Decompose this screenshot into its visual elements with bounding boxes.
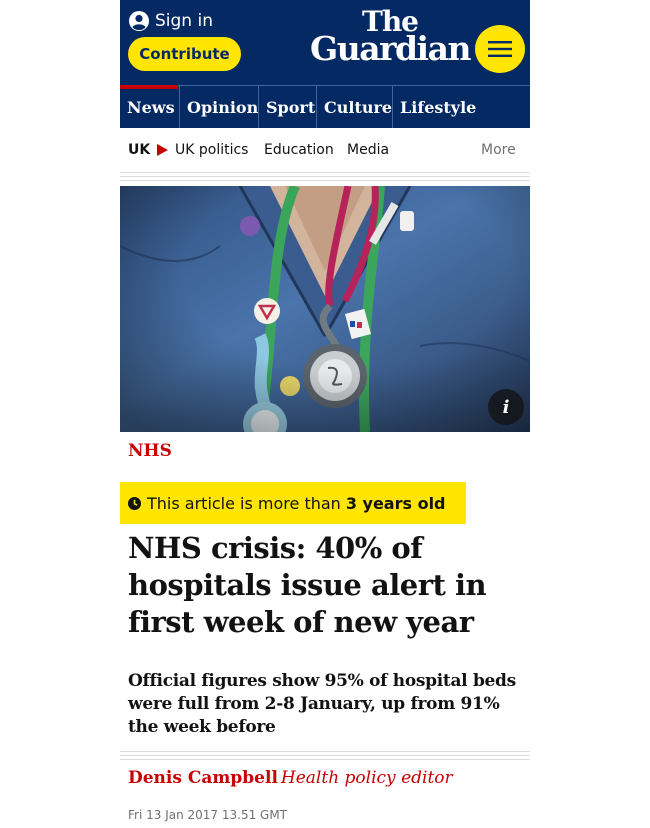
nurse-uniform-photo (120, 186, 530, 432)
age-warning-value: 3 years old (345, 493, 446, 513)
sign-in-label: Sign in (155, 11, 213, 31)
divider (120, 751, 530, 752)
info-icon: i (502, 396, 510, 418)
author-name-link[interactable]: Denis Campbell (128, 768, 278, 788)
subnav-item-uk[interactable]: UK (128, 142, 150, 158)
pillar-news[interactable]: News (120, 86, 179, 128)
divider (120, 176, 530, 177)
article-byline: Denis Campbell Health policy editor (128, 768, 453, 788)
divider (120, 755, 530, 756)
article-headline: NHS crisis: 40% of hospitals issue alert… (128, 531, 487, 639)
divider (120, 172, 530, 173)
divider (120, 759, 530, 760)
logo-line-2: Guardian (310, 29, 471, 68)
article-date: Fri 13 Jan 2017 13.51 GMT (128, 808, 288, 822)
triangle-right-icon (157, 144, 168, 156)
contribute-button[interactable]: Contribute (128, 37, 241, 71)
pillar-opinion[interactable]: Opinion (179, 86, 258, 128)
pillar-nav: News Opinion Sport Culture Lifestyle (120, 85, 530, 128)
pillar-culture[interactable]: Culture (316, 86, 392, 128)
sign-in-link[interactable]: Sign in (128, 8, 213, 34)
author-role: Health policy editor (280, 768, 453, 788)
menu-button[interactable] (475, 25, 525, 73)
article-standfirst: Official figures show 95% of hospital be… (128, 671, 516, 737)
pillar-sport[interactable]: Sport (258, 86, 316, 128)
guardian-logo[interactable]: The Guardian (310, 8, 471, 68)
subnav-item-media[interactable]: Media (347, 142, 389, 158)
subnav-item-education[interactable]: Education (264, 142, 334, 158)
subnav-item-uk-politics[interactable]: UK politics (175, 142, 248, 158)
age-warning-prefix: This article is more than (147, 493, 341, 513)
article-age-warning: This article is more than 3 years old (120, 482, 466, 524)
masthead: Sign in Contribute The Guardian (120, 0, 530, 85)
sub-nav: UK UK politics Education Media More (120, 128, 530, 172)
pillar-lifestyle[interactable]: Lifestyle (392, 86, 530, 128)
user-icon (129, 11, 149, 31)
image-info-button[interactable]: i (488, 389, 524, 425)
section-kicker[interactable]: NHS (128, 441, 172, 461)
clock-icon (128, 496, 141, 510)
page-column: Sign in Contribute The Guardian News Opi… (120, 0, 530, 828)
hamburger-menu-icon (488, 41, 512, 57)
article-main-image (120, 186, 530, 432)
divider (120, 180, 530, 181)
subnav-more-link[interactable]: More (481, 142, 516, 158)
